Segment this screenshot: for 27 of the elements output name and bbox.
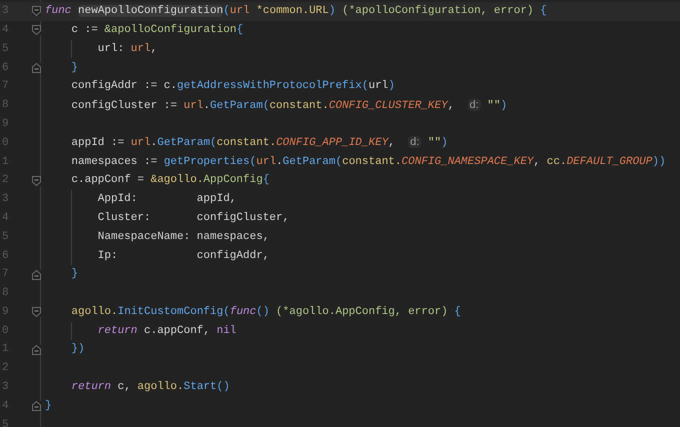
code-line: return c, agollo.Start() <box>71 380 230 396</box>
code-line: AppId: appId, <box>98 192 236 208</box>
code-line: func newApolloConfiguration(url *common.URL) (*apolloConfiguration, error) { <box>45 4 547 20</box>
fold-marker-icon[interactable] <box>32 307 41 318</box>
code-line: }) <box>71 342 85 358</box>
code-line: configCluster := url.GetParam(constant.CONFIG_CLUSTER_KEY, d: "") <box>71 98 508 114</box>
fold-marker-icon[interactable] <box>32 62 41 73</box>
code-line: agollo.InitCustomConfig(func() (*agollo.AppConfig, error) { <box>71 304 461 320</box>
code-line: } <box>45 398 52 414</box>
code-line: c.appConf = &agollo.AppConfig{ <box>71 173 270 188</box>
code-line: NamespaceName: namespaces, <box>98 230 270 245</box>
fold-marker-icon[interactable] <box>32 25 41 36</box>
code-line: Cluster: configCluster, <box>98 210 290 226</box>
fold-marker-icon[interactable] <box>32 344 41 355</box>
fold-marker-icon[interactable] <box>32 6 41 16</box>
code-line: configAddr := c.getAddressWithProtocolPrefix(url) <box>71 79 395 94</box>
fold-marker-icon[interactable] <box>32 270 41 280</box>
code-line: url: url, <box>98 42 158 57</box>
code-line: } <box>71 60 78 76</box>
code-line: return c.appConf, nil <box>98 324 236 339</box>
code-line: appId := url.GetParam(constant.CONFIG_APP_ID_KEY, d: "") <box>71 135 448 152</box>
code-line: namespaces := getProperties(url.GetParam(constant.CONFIG_NAMESPACE_KEY, cc.DEFAULT_GROUP)) <box>71 154 666 170</box>
fold-marker-icon[interactable] <box>32 176 41 186</box>
code-line: c := &apolloConfiguration{ <box>71 22 244 38</box>
code-line: Ip: configAddr, <box>98 248 270 264</box>
code-line: } <box>71 267 78 282</box>
fold-marker-icon[interactable] <box>32 401 41 412</box>
